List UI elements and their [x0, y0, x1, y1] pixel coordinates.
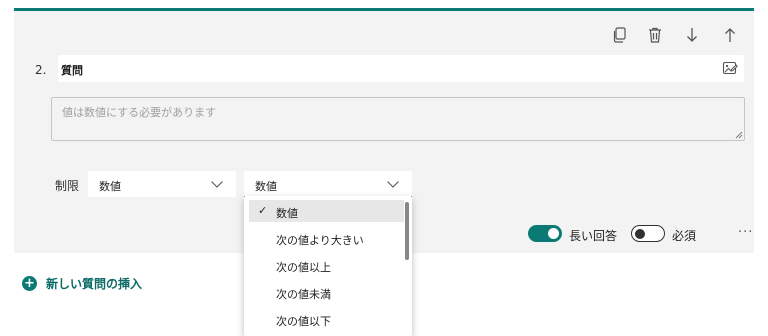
toggle-knob	[635, 228, 645, 239]
insert-question-button[interactable]: + 新しい質問の挿入	[22, 275, 142, 292]
dropdown-option-label: 次の値未満	[276, 288, 331, 301]
answer-field[interactable]: 値は数値にする必要があります	[51, 97, 745, 141]
dropdown-option-label: 数値	[276, 207, 298, 220]
dropdown-scrollbar[interactable]	[405, 202, 409, 260]
restriction-condition-select[interactable]: 数値	[244, 171, 412, 197]
answer-placeholder: 値は数値にする必要があります	[62, 106, 217, 119]
restriction-condition-value: 数値	[255, 180, 277, 193]
dropdown-option[interactable]: 次の値以上	[249, 254, 404, 276]
restriction-label: 制限	[55, 179, 80, 193]
dropdown-option[interactable]: 次の値未満	[249, 281, 404, 303]
required-toggle[interactable]	[631, 225, 665, 242]
dropdown-option[interactable]: 次の値より大きい	[249, 227, 404, 249]
question-title-field[interactable]: 質問	[58, 55, 744, 82]
dropdown-option-label: 次の値以下	[276, 315, 331, 328]
plus-circle-icon: +	[22, 276, 37, 291]
resize-handle-icon[interactable]	[735, 131, 743, 139]
long-answer-toggle[interactable]	[528, 225, 562, 242]
move-up-icon[interactable]	[720, 25, 740, 45]
required-label: 必須	[672, 229, 697, 243]
copy-icon[interactable]	[610, 25, 630, 45]
more-options-icon[interactable]: ···	[738, 225, 753, 240]
delete-icon[interactable]	[645, 25, 665, 45]
dropdown-option-label: 次の値以上	[276, 261, 331, 274]
toggle-knob	[548, 228, 559, 239]
question-title: 質問	[61, 64, 83, 77]
chevron-down-icon	[211, 181, 223, 188]
checkmark-icon: ✓	[258, 204, 268, 217]
dropdown-option[interactable]: 次の値以下	[249, 308, 404, 330]
move-down-icon[interactable]	[682, 25, 702, 45]
restriction-type-select[interactable]: 数値	[88, 171, 236, 197]
long-answer-label: 長い回答	[569, 229, 618, 243]
dropdown-option[interactable]: ✓ 数値	[249, 200, 404, 222]
insert-question-label: 新しい質問の挿入	[46, 277, 143, 291]
dropdown-option-label: 次の値より大きい	[276, 234, 364, 247]
condition-dropdown-menu: ✓ 数値 次の値より大きい 次の値以上 次の値未満 次の値以下	[244, 196, 412, 336]
chevron-down-icon	[387, 181, 399, 188]
question-number: 2.	[35, 63, 47, 77]
restriction-type-value: 数値	[99, 180, 121, 193]
insert-media-icon[interactable]	[722, 60, 738, 76]
